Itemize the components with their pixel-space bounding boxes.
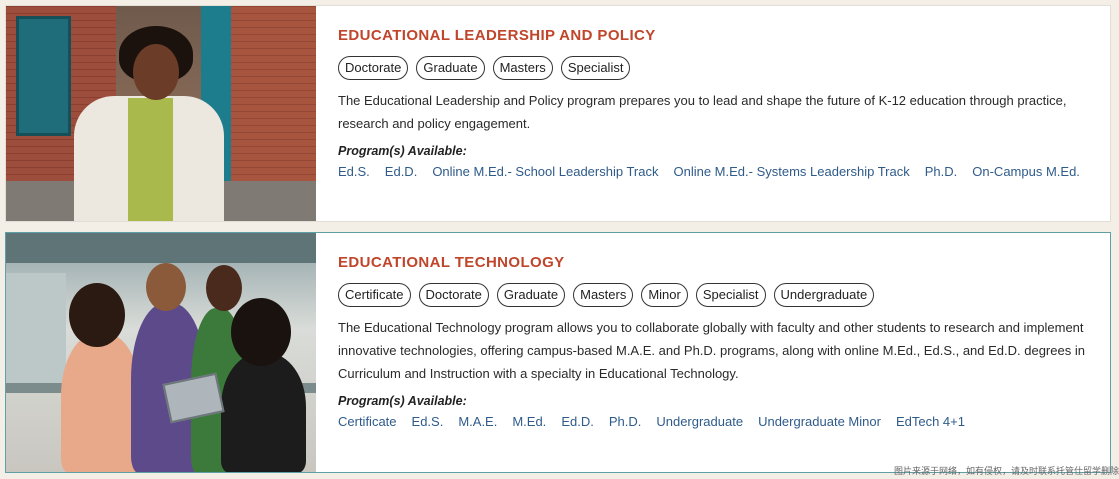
link-undergraduate[interactable]: Undergraduate: [656, 414, 743, 429]
link-eds[interactable]: Ed.S.: [338, 164, 370, 179]
program-links: Ed.S. Ed.D. Online M.Ed.- School Leaders…: [338, 164, 1088, 179]
tag-graduate[interactable]: Graduate: [416, 56, 485, 80]
program-description: The Educational Technology program allow…: [338, 320, 1085, 381]
tag-minor[interactable]: Minor: [641, 283, 688, 307]
link-phd[interactable]: Ph.D.: [609, 414, 642, 429]
link-phd[interactable]: Ph.D.: [925, 164, 958, 179]
program-card-leadership[interactable]: EDUCATIONAL LEADERSHIP AND POLICY Doctor…: [5, 5, 1111, 222]
tag-doctorate[interactable]: Doctorate: [418, 283, 489, 307]
link-online-med-school-leadership[interactable]: Online M.Ed.- School Leadership Track: [432, 164, 658, 179]
link-med[interactable]: M.Ed.: [512, 414, 546, 429]
program-description: The Educational Leadership and Policy pr…: [338, 93, 1067, 131]
tag-undergraduate[interactable]: Undergraduate: [773, 283, 875, 307]
link-certificate[interactable]: Certificate: [338, 414, 397, 429]
link-undergraduate-minor[interactable]: Undergraduate Minor: [758, 414, 881, 429]
program-tags: Doctorate Graduate Masters Specialist: [338, 56, 1088, 80]
link-edd[interactable]: Ed.D.: [385, 164, 418, 179]
link-online-med-systems-leadership[interactable]: Online M.Ed.- Systems Leadership Track: [673, 164, 909, 179]
tag-specialist[interactable]: Specialist: [695, 283, 766, 307]
link-eds[interactable]: Ed.S.: [412, 414, 444, 429]
programs-available-label: Program(s) Available:: [338, 144, 467, 158]
link-edtech-4-1[interactable]: EdTech 4+1: [896, 414, 965, 429]
program-photo: [6, 6, 316, 221]
program-photo: [6, 233, 316, 472]
program-tags: Certificate Doctorate Graduate Masters M…: [338, 283, 1088, 307]
program-card-edtech[interactable]: EDUCATIONAL TECHNOLOGY Certificate Docto…: [5, 232, 1111, 473]
program-title[interactable]: EDUCATIONAL TECHNOLOGY: [338, 254, 1088, 272]
program-title[interactable]: EDUCATIONAL LEADERSHIP AND POLICY: [338, 27, 1088, 45]
link-edd[interactable]: Ed.D.: [561, 414, 594, 429]
link-mae[interactable]: M.A.E.: [458, 414, 497, 429]
tag-specialist[interactable]: Specialist: [560, 56, 631, 80]
tag-masters[interactable]: Masters: [492, 56, 553, 80]
tag-doctorate[interactable]: Doctorate: [338, 56, 409, 80]
link-on-campus-med[interactable]: On-Campus M.Ed.: [972, 164, 1080, 179]
tag-certificate[interactable]: Certificate: [338, 283, 411, 307]
program-links: Certificate Ed.S. M.A.E. M.Ed. Ed.D. Ph.…: [338, 414, 1088, 429]
tag-masters[interactable]: Masters: [573, 283, 634, 307]
programs-available-label: Program(s) Available:: [338, 394, 467, 408]
tag-graduate[interactable]: Graduate: [496, 283, 566, 307]
watermark-text: 图片来源于网络，如有侵权，请及时联系托管仕留学删除: [893, 467, 1119, 477]
